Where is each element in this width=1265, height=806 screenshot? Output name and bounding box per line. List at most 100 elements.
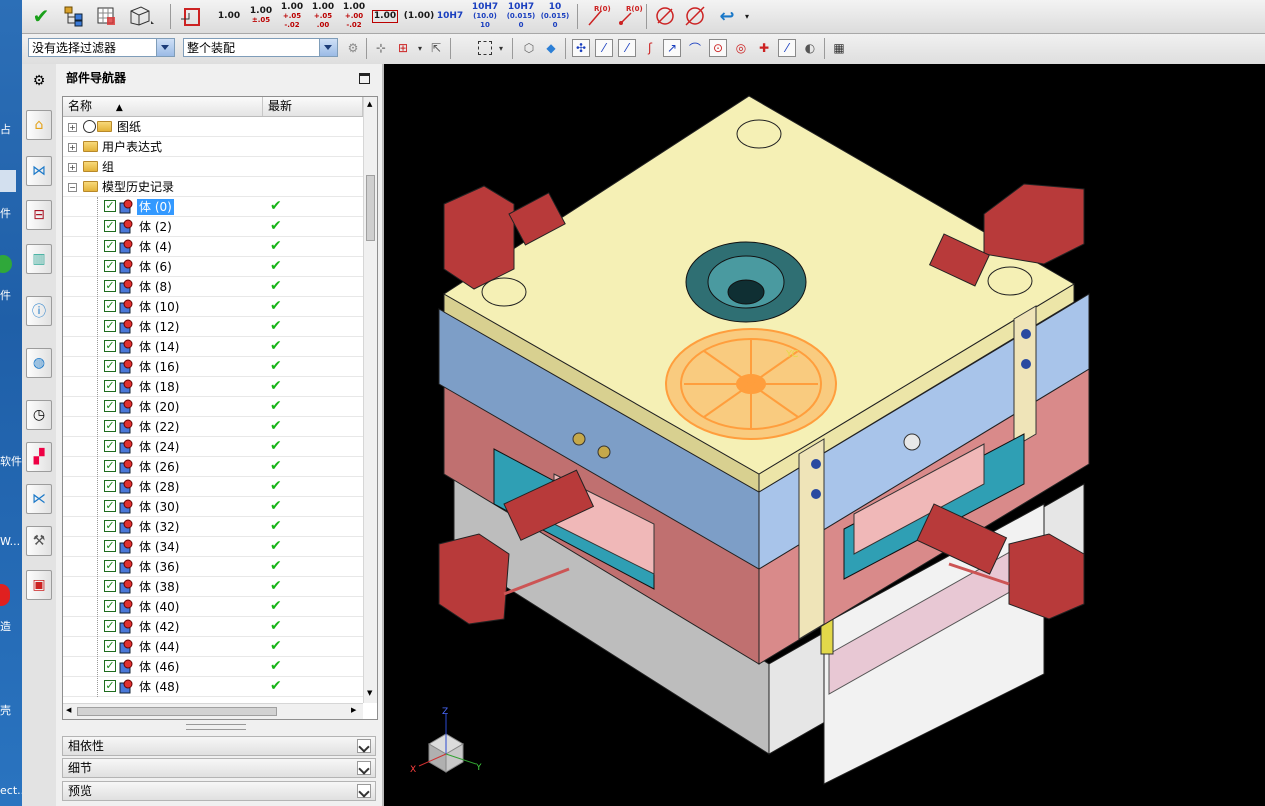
- snap-all-icon[interactable]: ✣: [572, 39, 590, 57]
- diameter-hole-icon[interactable]: [682, 3, 708, 29]
- limit-fit-button[interactable]: 10H7: [435, 3, 465, 29]
- body-row[interactable]: ✓ 体 (12) ✔: [63, 317, 363, 337]
- reuse-library-tab[interactable]: ▥: [26, 244, 52, 274]
- visibility-checkbox[interactable]: ✓: [104, 660, 116, 672]
- grid-icon[interactable]: ▦: [830, 39, 848, 57]
- radius-center-button[interactable]: R(0): [616, 3, 643, 29]
- splitter-handle[interactable]: [186, 724, 246, 730]
- undo-arrow-icon[interactable]: ↩: [714, 3, 740, 29]
- limit-fit-value-button[interactable]: 10 (0.015) 0: [540, 2, 570, 29]
- visibility-checkbox[interactable]: ✓: [104, 300, 116, 312]
- diameter-icon[interactable]: [652, 3, 678, 29]
- part-navigator-tab[interactable]: ⊟: [26, 200, 52, 230]
- body-row[interactable]: ✓ 体 (40) ✔: [63, 597, 363, 617]
- tolerance-upper-button[interactable]: 1.00 +.05 .00: [310, 2, 336, 29]
- hierarchy-icon[interactable]: [62, 3, 86, 29]
- expand-icon[interactable]: +: [68, 123, 77, 132]
- view-orient-icon[interactable]: [126, 3, 156, 29]
- body-row[interactable]: ✓ 体 (42) ✔: [63, 617, 363, 637]
- tolerance-unilateral-button[interactable]: 1.00 +.05 -.02: [279, 2, 305, 29]
- visibility-checkbox[interactable]: ✓: [104, 360, 116, 372]
- limit-fit-tol-button[interactable]: 10H7 (10.0) 10: [469, 2, 501, 29]
- tolerance-basic-button[interactable]: 1.00: [371, 3, 399, 29]
- snap-on-curve-icon[interactable]: ⁄: [778, 39, 796, 57]
- visibility-checkbox[interactable]: ✓: [104, 680, 116, 692]
- check-icon[interactable]: ✔: [30, 3, 52, 29]
- desktop-icon[interactable]: [0, 255, 12, 273]
- visibility-checkbox[interactable]: ✓: [104, 600, 116, 612]
- radius-button[interactable]: R(0): [584, 3, 611, 29]
- visibility-checkbox[interactable]: ✓: [104, 620, 116, 632]
- chevron-down-icon[interactable]: [319, 39, 337, 56]
- assembly-navigator-tab[interactable]: ⌂: [26, 110, 52, 140]
- body-row[interactable]: ✓ 体 (48) ✔: [63, 677, 363, 697]
- rectangle-select-icon[interactable]: [478, 41, 492, 55]
- cube-outline-icon[interactable]: ⬡: [520, 39, 538, 57]
- history-tab[interactable]: ◍: [26, 348, 52, 378]
- body-row[interactable]: ✓ 体 (44) ✔: [63, 637, 363, 657]
- visibility-checkbox[interactable]: ✓: [104, 520, 116, 532]
- system-scenes-tab[interactable]: ▣: [26, 570, 52, 600]
- chevron-down-icon[interactable]: [156, 39, 174, 56]
- tree-group-row[interactable]: + 用户表达式: [63, 137, 363, 157]
- snap-control-icon[interactable]: ʃ: [641, 39, 659, 57]
- maximize-icon[interactable]: [359, 73, 370, 84]
- body-row[interactable]: ✓ 体 (16) ✔: [63, 357, 363, 377]
- body-row[interactable]: ✓ 体 (14) ✔: [63, 337, 363, 357]
- chevron-down-icon[interactable]: ▾: [496, 39, 506, 57]
- body-row[interactable]: ✓ 体 (32) ✔: [63, 517, 363, 537]
- scroll-thumb[interactable]: [366, 175, 375, 241]
- visibility-checkbox[interactable]: ✓: [104, 440, 116, 452]
- mold-assembly-model[interactable]: YC Z X Y: [384, 64, 1265, 806]
- visibility-checkbox[interactable]: ✓: [104, 400, 116, 412]
- body-row[interactable]: ✓ 体 (20) ✔: [63, 397, 363, 417]
- body-row[interactable]: ✓ 体 (6) ✔: [63, 257, 363, 277]
- visibility-checkbox[interactable]: ✓: [104, 580, 116, 592]
- chevron-down-icon[interactable]: [357, 739, 371, 753]
- visibility-checkbox[interactable]: ✓: [104, 420, 116, 432]
- snap-surface-icon[interactable]: ◐: [801, 39, 819, 57]
- visibility-checkbox[interactable]: ✓: [104, 380, 116, 392]
- snap-point-on-curve-icon[interactable]: ✚: [755, 39, 773, 57]
- body-row[interactable]: ✓ 体 (38) ✔: [63, 577, 363, 597]
- scroll-left-icon[interactable]: ◀: [66, 706, 71, 714]
- horizontal-scrollbar[interactable]: ◀ ▶: [63, 703, 363, 719]
- body-row[interactable]: ✓ 体 (0) ✔: [63, 197, 363, 217]
- snap-center-icon[interactable]: ⊙: [709, 39, 727, 57]
- constraint-navigator-tab[interactable]: ⋈: [26, 156, 52, 186]
- snap-point-icon[interactable]: ⊹: [372, 39, 390, 57]
- clock-icon[interactable]: ◷: [26, 400, 52, 430]
- visibility-checkbox[interactable]: ✓: [104, 280, 116, 292]
- expand-icon[interactable]: +: [68, 163, 77, 172]
- visibility-checkbox[interactable]: ✓: [104, 500, 116, 512]
- collapse-icon[interactable]: −: [68, 183, 77, 192]
- graphics-window[interactable]: YC Z X Y: [384, 64, 1265, 806]
- scroll-right-icon[interactable]: ▶: [351, 706, 356, 714]
- snap-endpoint-icon[interactable]: ⁄: [595, 39, 613, 57]
- select-feature-icon[interactable]: ⊞: [394, 39, 412, 57]
- scroll-up-icon[interactable]: ▲: [367, 100, 372, 108]
- desktop-icon[interactable]: [0, 170, 16, 192]
- visibility-checkbox[interactable]: ✓: [104, 460, 116, 472]
- dimension-frame-icon[interactable]: [178, 3, 204, 29]
- chevron-down-icon[interactable]: [357, 784, 371, 798]
- visibility-checkbox[interactable]: ✓: [104, 640, 116, 652]
- chevron-down-icon[interactable]: ▾: [415, 39, 425, 57]
- snap-intersection-icon[interactable]: ↗: [663, 39, 681, 57]
- snap-quadrant-icon[interactable]: ◎: [732, 39, 750, 57]
- body-row[interactable]: ✓ 体 (18) ✔: [63, 377, 363, 397]
- tolerance-reference-button[interactable]: (1.00): [404, 3, 434, 29]
- visibility-checkbox[interactable]: ✓: [104, 480, 116, 492]
- visibility-checkbox[interactable]: ✓: [104, 240, 116, 252]
- view-triad[interactable]: [418, 714, 477, 773]
- body-row[interactable]: ✓ 体 (26) ✔: [63, 457, 363, 477]
- column-latest[interactable]: 最新: [263, 97, 363, 116]
- body-row[interactable]: ✓ 体 (24) ✔: [63, 437, 363, 457]
- tree-group-row[interactable]: − 模型历史记录: [63, 177, 363, 197]
- preview-section[interactable]: 预览: [62, 781, 376, 801]
- scroll-thumb[interactable]: [77, 707, 277, 716]
- chevron-down-icon[interactable]: [357, 761, 371, 775]
- body-row[interactable]: ✓ 体 (30) ✔: [63, 497, 363, 517]
- chevron-down-icon[interactable]: ▾: [742, 3, 752, 29]
- desktop-icon[interactable]: [0, 584, 10, 606]
